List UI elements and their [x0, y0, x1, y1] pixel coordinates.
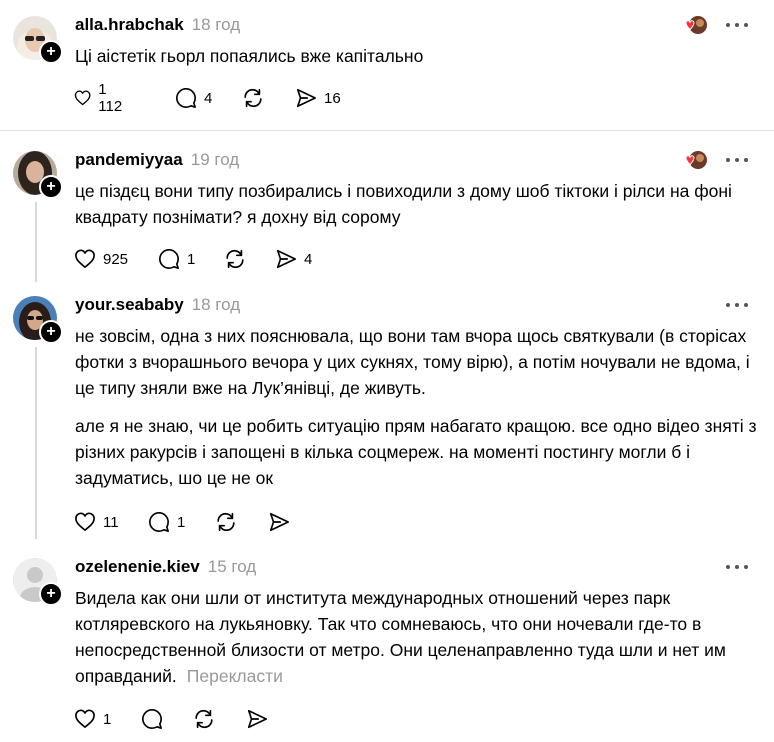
share-count: 4 [304, 250, 313, 268]
more-options-icon[interactable] [726, 155, 750, 165]
username-text[interactable]: ozelenenie.kiev [75, 557, 200, 576]
share-button[interactable]: 16 [295, 86, 341, 110]
like-count: 925 [103, 250, 129, 268]
send-icon [269, 512, 289, 532]
comment-icon [142, 709, 162, 729]
reply-button[interactable]: 1 [148, 510, 185, 534]
like-count: 11 [103, 513, 119, 531]
post-time: 19 год [190, 150, 240, 169]
comment-icon [149, 512, 169, 532]
follow-plus-icon[interactable]: + [39, 320, 63, 344]
post-paragraph: Видела как они шли от института междунар… [75, 588, 726, 686]
share-count: 16 [324, 89, 341, 107]
username-text[interactable]: pandemiyyaa [75, 150, 183, 169]
username-text[interactable]: your.seababy [75, 295, 184, 314]
post-text: Видела как они шли от института междунар… [75, 585, 765, 689]
share-button[interactable] [246, 707, 268, 731]
reply-button[interactable]: 1 [158, 247, 195, 271]
comment-icon [176, 88, 196, 108]
heart-icon [75, 709, 95, 728]
reply-count: 1 [177, 513, 186, 531]
post-paragraph: Ці аістетік гьорл попаялись вже капіталь… [75, 46, 424, 66]
send-icon [276, 249, 296, 269]
like-button[interactable]: 11 [74, 510, 119, 534]
post-text: Ці аістетік гьорл попаялись вже капіталь… [75, 43, 765, 69]
like-button[interactable]: 1 [74, 707, 111, 731]
repost-button[interactable] [224, 247, 246, 271]
repost-icon [195, 709, 213, 729]
follow-plus-icon[interactable]: + [39, 40, 63, 64]
share-button[interactable]: 4 [275, 247, 312, 271]
repost-icon [226, 249, 244, 269]
username[interactable]: pandemiyyaa 19 год [75, 150, 239, 170]
repost-button[interactable] [193, 707, 215, 731]
more-options-icon[interactable] [726, 300, 750, 310]
reply-button[interactable] [141, 707, 163, 731]
reply-count: 1 [187, 250, 196, 268]
heart-icon [74, 90, 91, 106]
post-text: це піздєц вони типу позбирались і повихо… [75, 178, 765, 230]
follow-plus-icon[interactable]: + [39, 175, 63, 199]
repost-icon [244, 88, 262, 108]
post-text: не зовсім, одна з них пояснювала, що вон… [75, 323, 765, 491]
more-options-icon[interactable] [726, 562, 750, 572]
repost-button[interactable] [242, 86, 264, 110]
like-count: 1 [103, 710, 112, 728]
translate-link[interactable]: Перекласти [187, 666, 283, 686]
reaction-avatars[interactable] [680, 15, 708, 37]
post-time: 18 год [191, 295, 241, 314]
heart-icon [75, 512, 95, 531]
post-paragraph: це піздєц вони типу позбирались і повихо… [75, 181, 732, 227]
post-time: 15 год [207, 557, 257, 576]
post-paragraph: не зовсім, одна з них пояснювала, що вон… [75, 326, 750, 398]
post-time: 18 год [191, 15, 241, 34]
reply-button[interactable]: 4 [175, 86, 212, 110]
username-text[interactable]: alla.hrabchak [75, 15, 184, 34]
repost-icon [217, 512, 235, 532]
username[interactable]: alla.hrabchak 18 год [75, 15, 240, 35]
more-options-icon[interactable] [726, 20, 750, 30]
repost-button[interactable] [215, 510, 237, 534]
post-paragraph: але я не знаю, чи це робить ситуацію пря… [75, 416, 757, 488]
username[interactable]: your.seababy 18 год [75, 295, 240, 315]
like-button[interactable]: 925 [74, 247, 128, 271]
send-icon [247, 709, 267, 729]
share-button[interactable] [268, 510, 290, 534]
like-button[interactable]: 1 112 [74, 81, 127, 115]
comment-icon [159, 249, 179, 269]
reaction-avatars[interactable] [680, 150, 708, 172]
follow-plus-icon[interactable]: + [39, 582, 63, 606]
reply-count: 4 [204, 89, 213, 107]
like-count: 1 112 [98, 81, 123, 115]
thread-line [35, 347, 37, 539]
username[interactable]: ozelenenie.kiev 15 год [75, 557, 256, 577]
heart-icon [75, 249, 95, 268]
thread-line [35, 202, 37, 282]
divider [0, 130, 774, 131]
send-icon [296, 88, 316, 108]
